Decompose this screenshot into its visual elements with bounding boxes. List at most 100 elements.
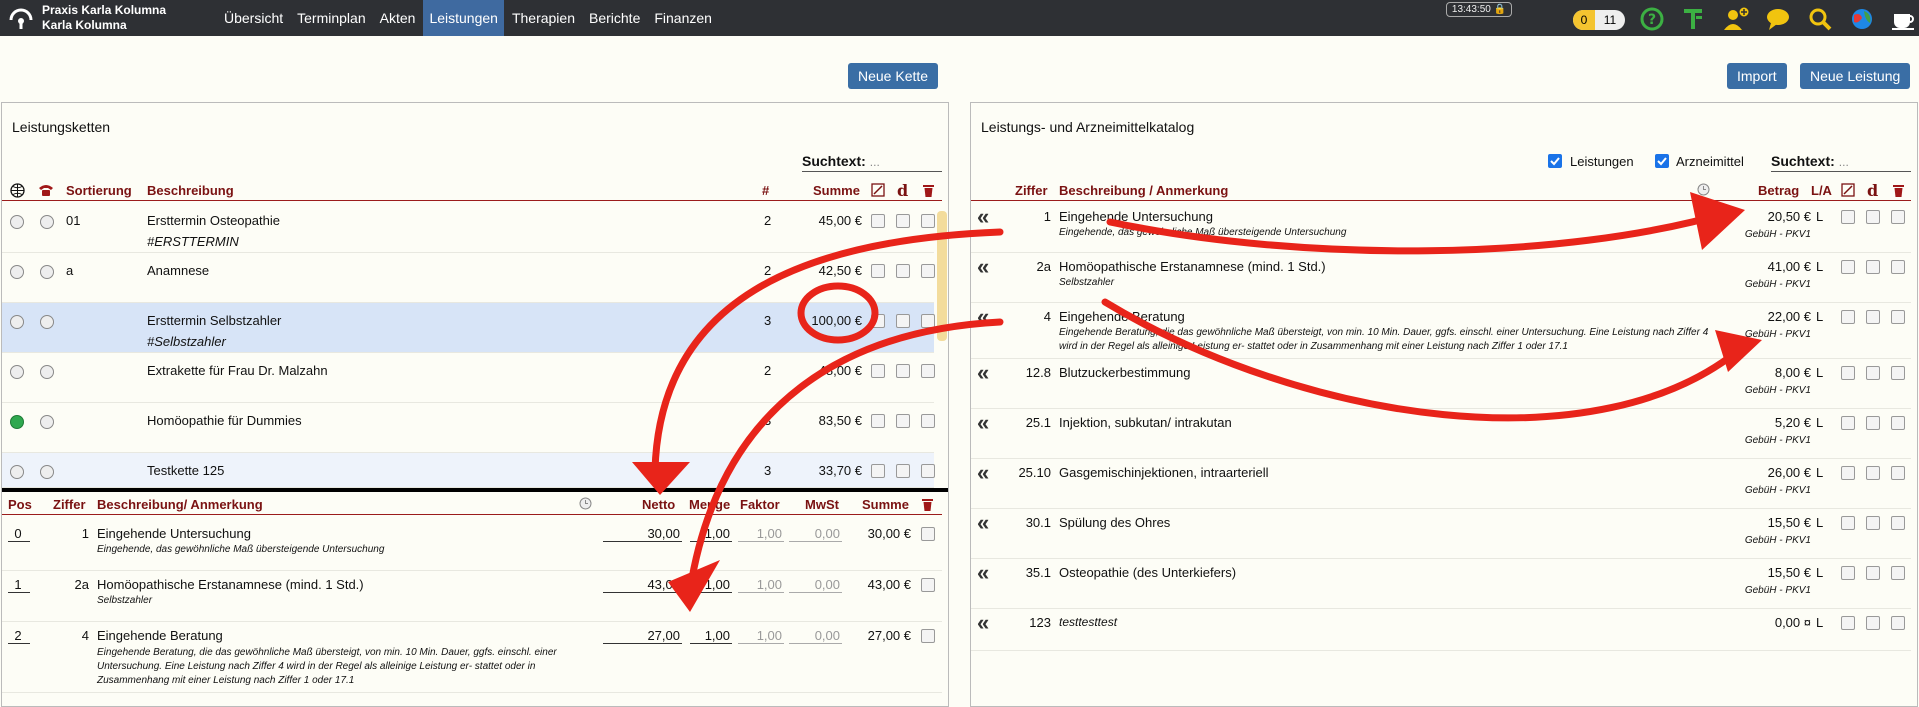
filter-drugs-checkbox[interactable] [1655, 154, 1669, 168]
item-qty-input[interactable]: 1,00 [690, 628, 732, 644]
import-button[interactable]: Import [1727, 63, 1787, 89]
chain-row-selected[interactable]: Ersttermin Selbstzahler #Selbstzahler 3 … [2, 303, 935, 353]
catalog-edit-checkbox[interactable] [1841, 516, 1855, 530]
item-factor-input[interactable]: 1,00 [738, 577, 784, 593]
chat-icon[interactable] [1764, 6, 1792, 32]
chain-delete-checkbox[interactable] [921, 364, 935, 378]
globe-icon[interactable] [1848, 6, 1876, 32]
item-delete-checkbox[interactable] [921, 629, 935, 643]
brand[interactable]: Praxis Karla Kolumna Karla Kolumna [8, 3, 166, 33]
col-code[interactable]: Ziffer [1015, 183, 1048, 198]
catalog-row[interactable]: « 1 Eingehende Untersuchung Eingehende, … [971, 203, 1911, 253]
catalog-row[interactable]: « 4 Eingehende Beratung Eingehende Berat… [971, 303, 1911, 359]
chain-edit-checkbox[interactable] [871, 364, 885, 378]
nav-leistungen[interactable]: Leistungen [423, 0, 504, 36]
add-to-chain-icon[interactable]: « [977, 304, 989, 330]
split-divider[interactable] [2, 488, 948, 492]
chain-edit-checkbox[interactable] [871, 264, 885, 278]
chain-active-radio[interactable] [10, 215, 24, 229]
nav-terminplan[interactable]: Terminplan [291, 0, 371, 36]
add-to-chain-icon[interactable]: « [977, 360, 989, 386]
catalog-d-checkbox[interactable] [1866, 260, 1880, 274]
catalog-delete-checkbox[interactable] [1891, 366, 1905, 380]
chain-delete-checkbox[interactable] [921, 464, 935, 478]
item-delete-checkbox[interactable] [921, 578, 935, 592]
catalog-row[interactable]: « 30.1 Spülung des Ohres 15,50 € GebüH -… [971, 509, 1911, 559]
chain-phone-radio[interactable] [40, 215, 54, 229]
item-vat-input[interactable]: 0,00 [789, 526, 842, 542]
catalog-row[interactable]: « 25.1 Injektion, subkutan/ intrakutan 5… [971, 409, 1911, 459]
catalog-delete-checkbox[interactable] [1891, 210, 1905, 224]
chain-d-checkbox[interactable] [896, 264, 910, 278]
item-vat-input[interactable]: 0,00 [789, 577, 842, 593]
catalog-delete-checkbox[interactable] [1891, 260, 1905, 274]
nav-therapien[interactable]: Therapien [506, 0, 581, 36]
chain-row[interactable]: 01 Ersttermin Osteopathie #ERSTTERMIN 2 … [2, 203, 935, 253]
coffee-icon[interactable] [1890, 6, 1918, 32]
chain-row[interactable]: Homöopathie für Dummies 3 83,50 € [2, 403, 935, 453]
chain-delete-checkbox[interactable] [921, 264, 935, 278]
chain-item-row[interactable]: 1 2a Homöopathische Erstanamnese (mind. … [2, 572, 942, 622]
chain-search-input[interactable]: Suchtext:... [802, 153, 942, 172]
nav-berichte[interactable]: Berichte [583, 0, 646, 36]
chain-delete-checkbox[interactable] [921, 414, 935, 428]
add-user-icon[interactable] [1722, 6, 1750, 32]
add-to-chain-icon[interactable]: « [977, 560, 989, 586]
item-net-input[interactable]: 43,00 [603, 577, 682, 593]
catalog-row[interactable]: « 123 testtesttest 0,00 ¤ L [971, 609, 1911, 651]
chain-active-radio[interactable] [10, 415, 24, 429]
catalog-d-checkbox[interactable] [1866, 366, 1880, 380]
catalog-d-checkbox[interactable] [1866, 416, 1880, 430]
catalog-d-checkbox[interactable] [1866, 466, 1880, 480]
item-delete-checkbox[interactable] [921, 527, 935, 541]
catalog-d-checkbox[interactable] [1866, 616, 1880, 630]
chain-d-checkbox[interactable] [896, 464, 910, 478]
chain-phone-radio[interactable] [40, 265, 54, 279]
item-pos[interactable]: 0 [8, 526, 30, 542]
chain-phone-radio[interactable] [40, 365, 54, 379]
nav-uebersicht[interactable]: Übersicht [218, 0, 289, 36]
chain-delete-checkbox[interactable] [921, 314, 935, 328]
catalog-edit-checkbox[interactable] [1841, 310, 1855, 324]
catalog-delete-checkbox[interactable] [1891, 616, 1905, 630]
col-description[interactable]: Beschreibung [147, 183, 234, 198]
item-pos[interactable]: 1 [8, 577, 30, 593]
chain-edit-checkbox[interactable] [871, 214, 885, 228]
catalog-d-checkbox[interactable] [1866, 566, 1880, 580]
catalog-edit-checkbox[interactable] [1841, 566, 1855, 580]
new-service-button[interactable]: Neue Leistung [1800, 63, 1911, 89]
add-to-chain-icon[interactable]: « [977, 510, 989, 536]
catalog-edit-checkbox[interactable] [1841, 466, 1855, 480]
catalog-delete-checkbox[interactable] [1891, 310, 1905, 324]
catalog-d-checkbox[interactable] [1866, 310, 1880, 324]
chain-row[interactable]: a Anamnese 2 42,50 € [2, 253, 935, 303]
add-to-chain-icon[interactable]: « [977, 204, 989, 230]
catalog-edit-checkbox[interactable] [1841, 366, 1855, 380]
item-factor-input[interactable]: 1,00 [738, 526, 784, 542]
help-icon[interactable]: ? [1638, 6, 1666, 32]
add-to-chain-icon[interactable]: « [977, 460, 989, 486]
catalog-d-checkbox[interactable] [1866, 516, 1880, 530]
catalog-row[interactable]: « 25.10 Gasgemischinjektionen, intraarte… [971, 459, 1911, 509]
chain-active-radio[interactable] [10, 265, 24, 279]
catalog-edit-checkbox[interactable] [1841, 416, 1855, 430]
item-net-input[interactable]: 30,00 [603, 526, 682, 542]
chain-d-checkbox[interactable] [896, 414, 910, 428]
catalog-delete-checkbox[interactable] [1891, 416, 1905, 430]
chain-d-checkbox[interactable] [896, 314, 910, 328]
item-qty-input[interactable]: 1,00 [690, 577, 732, 593]
catalog-d-checkbox[interactable] [1866, 210, 1880, 224]
tools-icon[interactable] [1680, 6, 1708, 32]
catalog-edit-checkbox[interactable] [1841, 616, 1855, 630]
chain-phone-radio[interactable] [40, 315, 54, 329]
add-to-chain-icon[interactable]: « [977, 610, 989, 636]
chain-d-checkbox[interactable] [896, 214, 910, 228]
nav-akten[interactable]: Akten [374, 0, 422, 36]
item-qty-input[interactable]: 1,00 [690, 526, 732, 542]
catalog-row[interactable]: « 35.1 Osteopathie (des Unterkiefers) 15… [971, 559, 1911, 609]
chain-edit-checkbox[interactable] [871, 414, 885, 428]
chain-edit-checkbox[interactable] [871, 464, 885, 478]
search-icon[interactable] [1806, 6, 1834, 32]
item-net-input[interactable]: 27,00 [603, 628, 682, 644]
col-sort[interactable]: Sortierung [66, 183, 132, 198]
